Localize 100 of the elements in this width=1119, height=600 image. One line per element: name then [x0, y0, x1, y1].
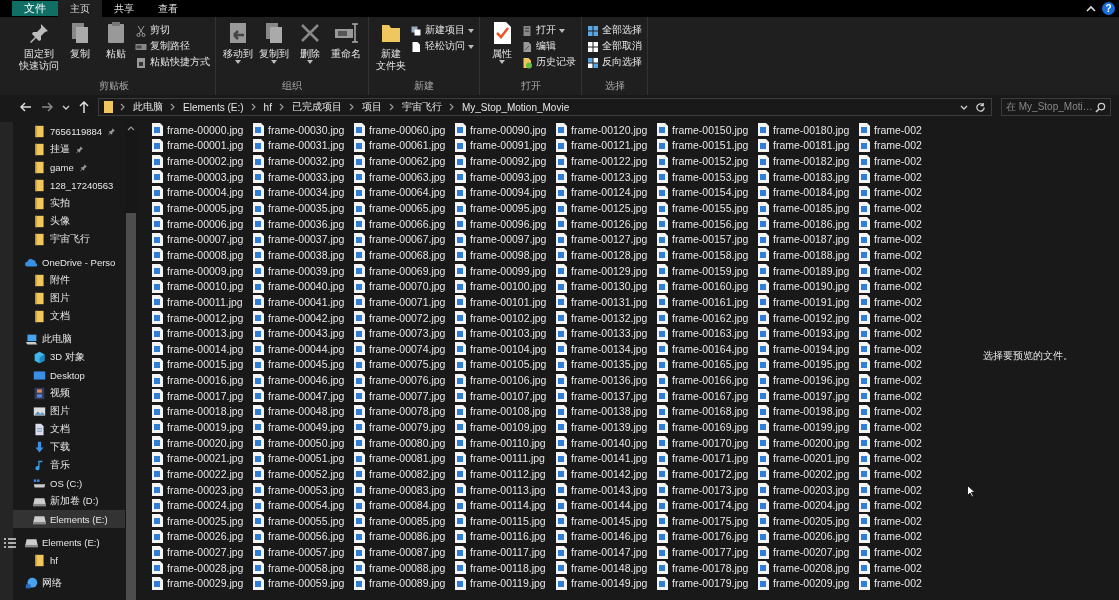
file-item[interactable]: frame-00174.jpg — [657, 497, 758, 513]
file-item[interactable]: frame-00166.jpg — [657, 372, 758, 388]
file-item[interactable]: frame-00046.jpg — [253, 372, 354, 388]
file-item[interactable]: frame-00156.jpg — [657, 215, 758, 232]
file-item[interactable]: frame-00178.jpg — [657, 559, 758, 576]
file-item[interactable]: frame-00117.jpg — [455, 544, 556, 560]
file-item[interactable]: frame-00090.jpg — [455, 122, 556, 138]
file-item[interactable]: frame-00066.jpg — [354, 215, 455, 232]
file-item[interactable]: frame-002 — [859, 294, 937, 310]
search-field[interactable]: 在 My_Stop_Moti… — [1001, 98, 1111, 116]
file-item[interactable]: frame-00032.jpg — [253, 153, 354, 169]
file-item[interactable]: frame-00206.jpg — [758, 528, 859, 545]
file-item[interactable]: frame-002 — [859, 184, 937, 201]
file-item[interactable]: frame-00134.jpg — [556, 340, 657, 357]
file-item[interactable]: frame-00146.jpg — [556, 528, 657, 545]
file-item[interactable]: frame-00072.jpg — [354, 309, 455, 326]
file-item[interactable]: frame-002 — [859, 403, 937, 420]
file-item[interactable]: frame-00089.jpg — [354, 575, 455, 592]
file-item[interactable]: frame-00095.jpg — [455, 200, 556, 216]
file-item[interactable]: frame-00189.jpg — [758, 262, 859, 279]
file-item[interactable]: frame-00100.jpg — [455, 278, 556, 295]
file-item[interactable]: frame-00172.jpg — [657, 466, 758, 482]
file-item[interactable]: frame-00133.jpg — [556, 325, 657, 341]
nav-item[interactable]: 新加卷 (D:) — [13, 492, 125, 510]
file-item[interactable]: frame-002 — [859, 309, 937, 326]
file-item[interactable]: frame-00006.jpg — [152, 215, 253, 232]
file-item[interactable]: frame-002 — [859, 466, 937, 482]
file-item[interactable]: frame-00014.jpg — [152, 340, 253, 357]
file-item[interactable]: frame-002 — [859, 356, 937, 373]
file-item[interactable]: frame-00118.jpg — [455, 559, 556, 576]
file-item[interactable]: frame-00004.jpg — [152, 184, 253, 201]
file-item[interactable]: frame-00164.jpg — [657, 340, 758, 357]
file-item[interactable]: frame-00041.jpg — [253, 294, 354, 310]
file-item[interactable]: frame-00092.jpg — [455, 153, 556, 169]
file-item[interactable]: frame-00150.jpg — [657, 122, 758, 138]
file-item[interactable]: frame-002 — [859, 528, 937, 545]
file-item[interactable]: frame-00126.jpg — [556, 215, 657, 232]
file-item[interactable]: frame-00009.jpg — [152, 262, 253, 279]
file-item[interactable]: frame-002 — [859, 450, 937, 467]
address-field[interactable]: 此电脑 Elements (E:) hf 已完成项目 项目 宇宙飞行 My_Stop_Motion_Movie — [98, 98, 992, 116]
file-item[interactable]: frame-00053.jpg — [253, 481, 354, 498]
file-item[interactable]: frame-00000.jpg — [152, 122, 253, 138]
back-arrow-icon[interactable] — [20, 102, 32, 112]
file-item[interactable]: frame-00155.jpg — [657, 200, 758, 216]
file-item[interactable]: frame-00028.jpg — [152, 559, 253, 576]
file-item[interactable]: frame-00120.jpg — [556, 122, 657, 138]
file-item[interactable]: frame-00149.jpg — [556, 575, 657, 592]
file-item[interactable]: frame-00048.jpg — [253, 403, 354, 420]
file-item[interactable]: frame-00035.jpg — [253, 200, 354, 216]
file-item[interactable]: frame-00152.jpg — [657, 153, 758, 169]
file-item[interactable]: frame-00203.jpg — [758, 481, 859, 498]
file-item[interactable]: frame-00107.jpg — [455, 387, 556, 404]
file-item[interactable]: frame-00147.jpg — [556, 544, 657, 560]
ribbon-button[interactable]: 新建 文件夹 — [374, 21, 408, 80]
collapse-icon[interactable] — [1086, 5, 1096, 12]
file-item[interactable]: frame-002 — [859, 387, 937, 404]
file-item[interactable]: frame-00097.jpg — [455, 231, 556, 248]
file-item[interactable]: frame-00192.jpg — [758, 309, 859, 326]
file-item[interactable]: frame-00094.jpg — [455, 184, 556, 201]
file-item[interactable]: frame-00055.jpg — [253, 513, 354, 529]
file-item[interactable]: frame-00105.jpg — [455, 356, 556, 373]
help-button[interactable]: ? — [1102, 2, 1115, 15]
file-item[interactable]: frame-00175.jpg — [657, 513, 758, 529]
file-item[interactable]: frame-00148.jpg — [556, 559, 657, 576]
file-item[interactable]: frame-00080.jpg — [354, 434, 455, 451]
file-item[interactable]: frame-002 — [859, 153, 937, 169]
nav-item[interactable]: 下载 — [13, 438, 125, 456]
file-item[interactable]: frame-00042.jpg — [253, 309, 354, 326]
file-item[interactable]: frame-00165.jpg — [657, 356, 758, 373]
ribbon-button[interactable]: 重命名 — [329, 21, 363, 80]
file-item[interactable]: frame-00103.jpg — [455, 325, 556, 341]
file-item[interactable]: frame-002 — [859, 262, 937, 279]
file-item[interactable]: frame-00181.jpg — [758, 137, 859, 154]
file-item[interactable]: frame-00091.jpg — [455, 137, 556, 154]
file-item[interactable]: frame-00168.jpg — [657, 403, 758, 420]
file-item[interactable]: frame-00101.jpg — [455, 294, 556, 310]
file-item[interactable]: frame-00201.jpg — [758, 450, 859, 467]
file-item[interactable]: frame-00167.jpg — [657, 387, 758, 404]
file-item[interactable]: frame-002 — [859, 513, 937, 529]
file-item[interactable]: frame-00114.jpg — [455, 497, 556, 513]
file-item[interactable]: frame-00140.jpg — [556, 434, 657, 451]
file-item[interactable]: frame-00135.jpg — [556, 356, 657, 373]
file-item[interactable]: frame-00093.jpg — [455, 168, 556, 185]
file-item[interactable]: frame-00184.jpg — [758, 184, 859, 201]
file-item[interactable]: frame-00074.jpg — [354, 340, 455, 357]
file-item[interactable]: frame-00011.jpg — [152, 294, 253, 310]
ribbon-button[interactable]: 复制到 — [257, 21, 291, 80]
file-item[interactable]: frame-00021.jpg — [152, 450, 253, 467]
file-item[interactable]: frame-00065.jpg — [354, 200, 455, 216]
file-item[interactable]: frame-00025.jpg — [152, 513, 253, 529]
file-item[interactable]: frame-00177.jpg — [657, 544, 758, 560]
file-item[interactable]: frame-00022.jpg — [152, 466, 253, 482]
chevron-down-icon[interactable] — [960, 104, 968, 110]
file-item[interactable]: frame-00176.jpg — [657, 528, 758, 545]
file-item[interactable]: frame-002 — [859, 215, 937, 232]
file-item[interactable]: frame-00137.jpg — [556, 387, 657, 404]
file-item[interactable]: frame-00173.jpg — [657, 481, 758, 498]
file-item[interactable]: frame-00047.jpg — [253, 387, 354, 404]
file-item[interactable]: frame-002 — [859, 340, 937, 357]
file-item[interactable]: frame-00008.jpg — [152, 247, 253, 263]
